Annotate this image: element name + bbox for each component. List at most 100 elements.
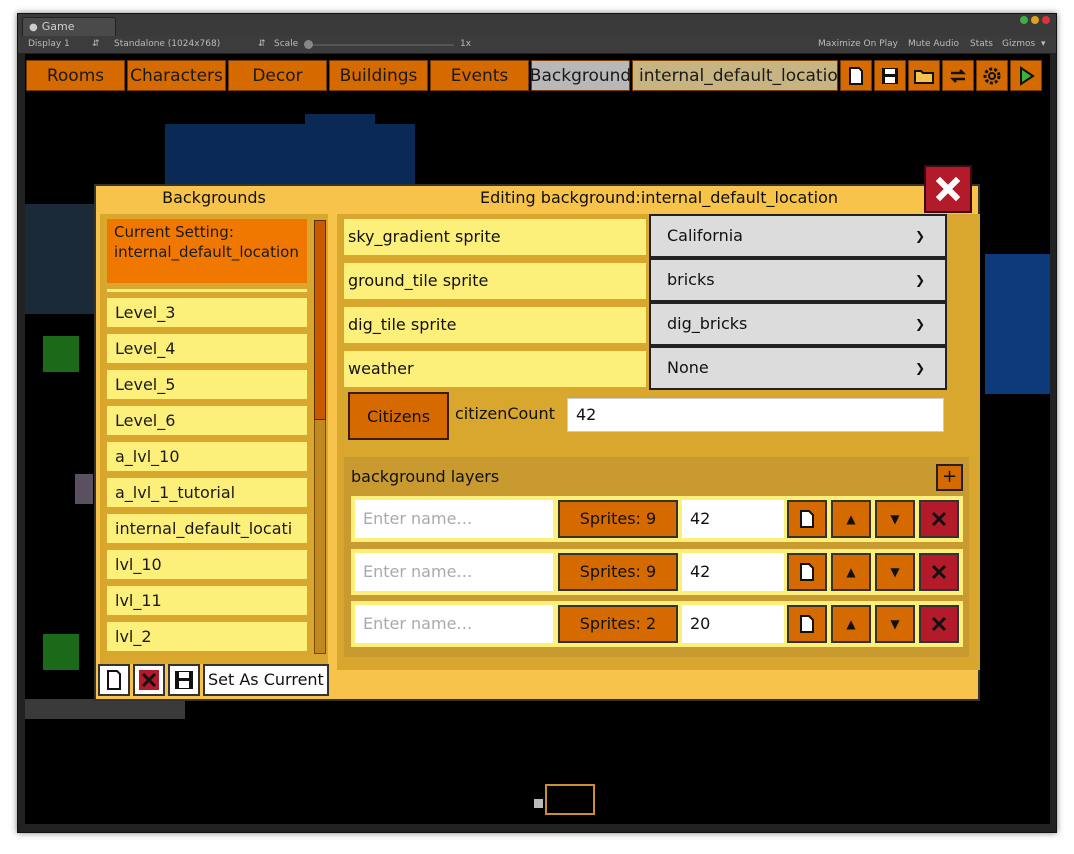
chevron-down-icon: ▼ — [890, 565, 900, 579]
layer-row: Enter name… Sprites: 9 42 ▲ ▼ — [351, 496, 963, 542]
delete-background-button[interactable] — [133, 664, 165, 696]
swap-icon[interactable] — [942, 60, 974, 91]
gear-icon[interactable] — [976, 60, 1008, 91]
minimize-button[interactable] — [1020, 16, 1028, 24]
citizen-count-input[interactable]: 42 — [567, 398, 944, 432]
tab-characters[interactable]: Characters — [127, 60, 226, 91]
new-file-icon[interactable] — [840, 60, 872, 91]
layer-name-input[interactable]: Enter name… — [355, 553, 553, 591]
layer-delete-button[interactable] — [919, 605, 959, 643]
layer-name-input[interactable]: Enter name… — [355, 500, 553, 538]
property-label: ground_tile sprite — [344, 263, 646, 299]
game-toolbar: Display 1 ⇵ Standalone (1024x768) ⇵ Scal… — [18, 36, 1056, 54]
gizmos-toggle[interactable]: Gizmos — [1002, 39, 1035, 49]
delete-icon — [931, 511, 947, 527]
scale-value: 1x — [460, 39, 472, 49]
scale-slider-handle[interactable] — [304, 40, 313, 49]
list-item[interactable]: Level_5 — [107, 370, 307, 399]
layer-copy-button[interactable] — [787, 500, 827, 538]
chevron-up-icon: ▲ — [846, 512, 856, 526]
ground-tile-select[interactable]: bricks ❯ — [649, 258, 947, 302]
close-window-button[interactable] — [1042, 16, 1050, 24]
add-layer-button[interactable]: + — [936, 464, 963, 491]
mute-audio-toggle[interactable]: Mute Audio — [908, 39, 959, 49]
chevron-down-icon: ❯ — [914, 361, 925, 375]
display-chevron-icon: ⇵ — [92, 39, 100, 49]
layer-delete-button[interactable] — [919, 500, 959, 538]
layer-move-up-button[interactable]: ▲ — [831, 553, 871, 591]
list-item[interactable]: Level_6 — [107, 406, 307, 435]
list-item[interactable]: lvl_2 — [107, 622, 307, 651]
backgrounds-title: Backgrounds — [162, 188, 266, 207]
unity-game-window: ● Game Display 1 ⇵ Standalone (1024x768) … — [17, 13, 1057, 833]
unity-game-icon: ● — [29, 22, 38, 33]
dig-tile-select[interactable]: dig_bricks ❯ — [649, 302, 947, 346]
new-background-button[interactable] — [98, 664, 130, 696]
current-location-field[interactable]: internal_default_locatio — [632, 60, 838, 91]
chevron-down-icon: ❯ — [914, 229, 925, 243]
list-item[interactable]: internal_default_locati — [107, 514, 307, 543]
game-tab[interactable]: ● Game — [22, 17, 116, 36]
chevron-down-icon: ▼ — [890, 512, 900, 526]
copy-icon — [800, 510, 814, 528]
copy-icon — [800, 615, 814, 633]
set-as-current-button[interactable]: Set As Current — [203, 664, 329, 696]
game-tab-label: Game — [41, 20, 75, 33]
tab-background[interactable]: Background — [530, 60, 631, 91]
layer-copy-button[interactable] — [787, 605, 827, 643]
layer-copy-button[interactable] — [787, 553, 827, 591]
current-setting-item[interactable]: Current Setting: internal_default_locati… — [107, 219, 307, 283]
list-scrollbar-thumb[interactable] — [314, 220, 326, 420]
chevron-down-icon: ▼ — [890, 617, 900, 631]
play-icon[interactable] — [1010, 60, 1042, 91]
sky-gradient-select[interactable]: California ❯ — [649, 214, 947, 258]
stats-toggle[interactable]: Stats — [970, 39, 993, 49]
tab-buildings[interactable]: Buildings — [329, 60, 428, 91]
list-item[interactable]: a_lvl_1_tutorial — [107, 478, 307, 507]
save-icon[interactable] — [874, 60, 906, 91]
tab-decor[interactable]: Decor — [228, 60, 327, 91]
chevron-up-icon: ▲ — [846, 565, 856, 579]
zoom-button[interactable] — [1031, 16, 1039, 24]
delete-icon — [931, 616, 947, 632]
list-item[interactable]: Level_4 — [107, 334, 307, 363]
resolution-select[interactable]: Standalone (1024x768) — [114, 39, 220, 49]
backgrounds-list: Current Setting: internal_default_locati… — [100, 214, 328, 664]
layer-value-input[interactable]: 20 — [682, 605, 784, 643]
layer-value-input[interactable]: 42 — [682, 500, 784, 538]
layer-row: Enter name… Sprites: 9 42 ▲ ▼ — [351, 549, 963, 595]
list-item[interactable]: lvl_10 — [107, 550, 307, 579]
layer-move-down-button[interactable]: ▼ — [875, 500, 915, 538]
maximize-on-play-toggle[interactable]: Maximize On Play — [818, 39, 898, 49]
layers-title: background layers — [351, 467, 500, 486]
layer-move-up-button[interactable]: ▲ — [831, 605, 871, 643]
title-bar: ● Game — [18, 14, 1056, 36]
delete-icon — [931, 564, 947, 580]
display-select[interactable]: Display 1 — [28, 39, 70, 49]
gizmos-chevron-icon: ▾ — [1041, 39, 1046, 49]
open-folder-icon[interactable] — [908, 60, 940, 91]
scale-slider[interactable] — [306, 44, 454, 46]
delete-icon — [139, 670, 159, 690]
list-item[interactable]: Level_3 — [107, 298, 307, 327]
layer-delete-button[interactable] — [919, 553, 959, 591]
list-item[interactable]: lvl_11 — [107, 586, 307, 615]
close-panel-button[interactable] — [924, 165, 972, 213]
citizens-button[interactable]: Citizens — [348, 392, 449, 440]
scale-label: Scale — [274, 39, 299, 49]
layer-move-down-button[interactable]: ▼ — [875, 553, 915, 591]
chevron-down-icon: ❯ — [914, 317, 925, 331]
tab-events[interactable]: Events — [430, 60, 529, 91]
save-background-button[interactable] — [168, 664, 200, 696]
tab-rooms[interactable]: Rooms — [26, 60, 125, 91]
layer-sprites-button[interactable]: Sprites: 9 — [558, 500, 678, 538]
layer-sprites-button[interactable]: Sprites: 2 — [558, 605, 678, 643]
layer-sprites-button[interactable]: Sprites: 9 — [558, 553, 678, 591]
save-icon — [175, 671, 193, 689]
layer-move-up-button[interactable]: ▲ — [831, 500, 871, 538]
layer-move-down-button[interactable]: ▼ — [875, 605, 915, 643]
weather-select[interactable]: None ❯ — [649, 346, 947, 390]
list-item[interactable]: a_lvl_10 — [107, 442, 307, 471]
layer-name-input[interactable]: Enter name… — [355, 605, 553, 643]
layer-value-input[interactable]: 42 — [682, 553, 784, 591]
